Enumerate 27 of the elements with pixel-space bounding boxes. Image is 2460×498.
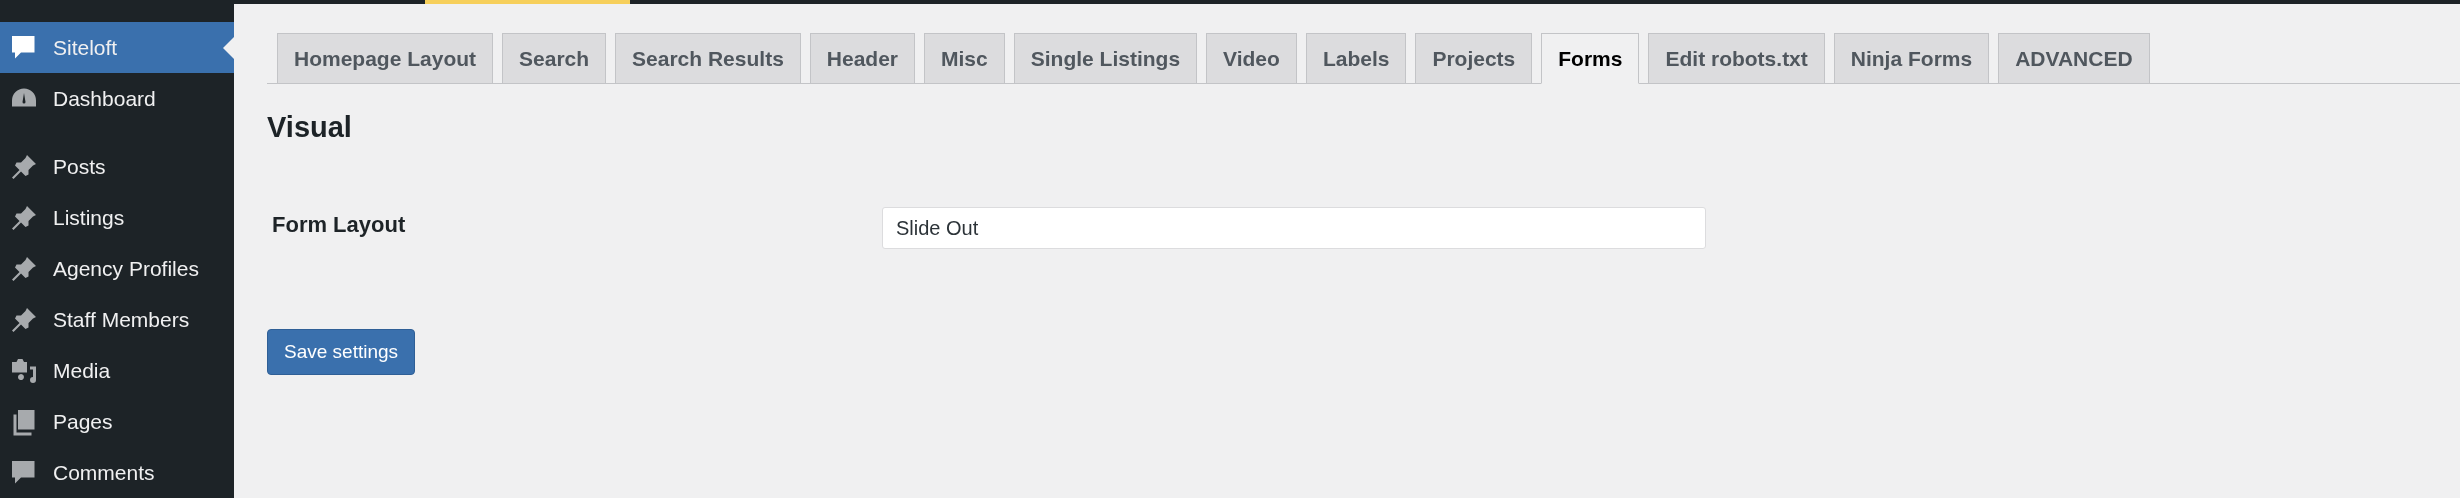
sidebar-item[interactable]: Pages xyxy=(0,396,234,447)
tab[interactable]: Projects xyxy=(1415,33,1533,84)
tab[interactable]: Ninja Forms xyxy=(1833,33,1990,84)
section-title: Visual xyxy=(267,111,353,144)
tab[interactable]: Homepage Layout xyxy=(277,33,494,84)
current-item-pointer xyxy=(223,37,234,59)
input-field[interactable]: Slide Out xyxy=(882,207,1706,249)
tab[interactable]: Edit robots.txt xyxy=(1648,33,1825,84)
sidebar-item[interactable]: Agency Profiles xyxy=(0,243,234,294)
tab[interactable]: Header xyxy=(809,33,916,84)
sidebar-item[interactable]: Media xyxy=(0,345,234,396)
tab[interactable]: Forms xyxy=(1541,33,1640,84)
tab[interactable]: Misc xyxy=(924,33,1005,84)
sidebar-item[interactable]: Posts xyxy=(0,141,234,192)
field-label: Form Layout xyxy=(271,211,407,239)
sidebar-item[interactable]: Comments xyxy=(0,447,234,498)
tab[interactable]: Video xyxy=(1206,33,1297,84)
sidebar-item[interactable]: Siteloft xyxy=(0,22,234,73)
save-button[interactable]: Save settings xyxy=(267,329,416,375)
sidebar-item[interactable]: Staff Members xyxy=(0,294,234,345)
sidebar-item[interactable]: Listings xyxy=(0,192,234,243)
tab[interactable]: Search xyxy=(502,33,607,84)
tab[interactable]: Search Results xyxy=(615,33,801,84)
tab[interactable]: Labels xyxy=(1305,33,1407,84)
sidebar-item[interactable]: Dashboard xyxy=(0,73,234,124)
tab[interactable]: Single Listings xyxy=(1013,33,1198,84)
tab[interactable]: ADVANCED xyxy=(1998,33,2150,84)
